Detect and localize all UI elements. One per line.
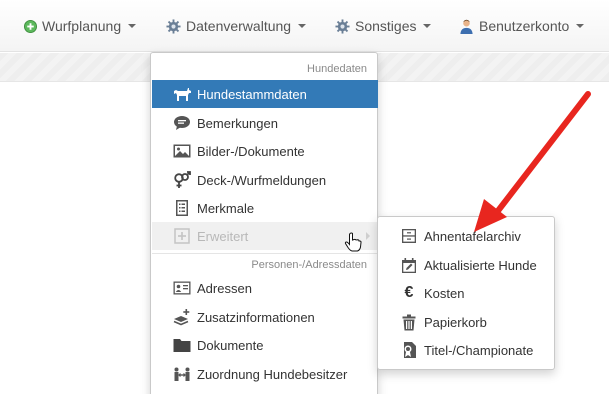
submenu-item-label: Kosten [424, 285, 465, 301]
chevron-right-icon [366, 232, 370, 240]
submenu-item-kosten[interactable]: € Kosten [379, 279, 555, 307]
euro-icon: € [404, 284, 414, 301]
nav-label: Wurfplanung [42, 18, 122, 34]
trash-icon [400, 313, 418, 331]
people-link-icon [172, 365, 192, 383]
menu-item-label: Zusatzinformationen [197, 309, 315, 325]
nav-label: Datenverwaltung [186, 18, 292, 34]
submenu-item-label: Titel-/Championate [424, 342, 534, 358]
chevron-down-icon [423, 24, 432, 28]
menu-item-adressen[interactable]: Adressen [152, 274, 378, 302]
nav-datenverwaltung[interactable]: Datenverwaltung [166, 0, 307, 52]
folder-icon [172, 336, 192, 354]
speech-bubble-icon [172, 114, 192, 132]
plus-circle-icon [24, 19, 37, 33]
submenu-item-label: Ahnentafelarchiv [424, 228, 521, 244]
submenu-item-titel-championate[interactable]: Titel-/Championate [379, 336, 555, 364]
award-icon [400, 341, 418, 359]
submenu-item-label: Papierkorb [424, 314, 487, 330]
dropdown-header-personen: Personen-/Adressdaten [251, 259, 367, 271]
picture-icon [172, 142, 192, 160]
menu-item-label: Erweitert [197, 228, 249, 244]
menu-item-label: Bilder-/Dokumente [197, 143, 305, 159]
nav-wurfplanung[interactable]: Wurfplanung [24, 0, 137, 52]
chevron-down-icon [576, 24, 585, 28]
submenu-item-papierkorb[interactable]: Papierkorb [379, 308, 555, 336]
menu-item-bilder-dokumente[interactable]: Bilder-/Dokumente [152, 137, 378, 165]
checklist-icon [172, 199, 192, 217]
nav-sonstiges[interactable]: Sonstiges [335, 0, 432, 52]
dog-icon [172, 85, 192, 103]
archive-icon [400, 227, 418, 245]
gear-icon [166, 18, 181, 34]
erweitert-submenu: Ahnentafelarchiv Aktualisierte Hunde € K… [377, 216, 555, 370]
user-icon [459, 19, 474, 34]
gender-icon [172, 171, 192, 189]
menu-item-hundestammdaten[interactable]: Hundestammdaten [152, 80, 378, 108]
chevron-down-icon [298, 24, 307, 28]
gear-icon [335, 18, 350, 34]
layers-plus-icon [172, 308, 192, 326]
menu-item-label: Merkmale [197, 200, 255, 216]
nav-benutzerkonto[interactable]: Benutzerkonto [459, 0, 585, 52]
menu-item-zuordnung-hundebesitzer[interactable]: Zuordnung Hundebesitzer [152, 360, 378, 388]
submenu-item-ahnentafelarchiv[interactable]: Ahnentafelarchiv [379, 222, 555, 250]
menu-item-bemerkungen[interactable]: Bemerkungen [152, 109, 378, 137]
menu-item-label: Hundestammdaten [197, 86, 307, 102]
dropdown-header-hundedaten: Hundedaten [307, 63, 367, 75]
address-card-icon [172, 279, 192, 297]
menu-item-dokumente[interactable]: Dokumente [152, 331, 378, 359]
chevron-down-icon [128, 24, 137, 28]
submenu-item-aktualisierte-hunde[interactable]: Aktualisierte Hunde [379, 251, 555, 279]
menu-item-deck-wurfmeldungen[interactable]: Deck-/Wurfmeldungen [152, 166, 378, 194]
datenverwaltung-dropdown: Hundedaten Hundestammdaten Bemerkungen B… [150, 52, 378, 394]
nav-label: Benutzerkonto [479, 18, 570, 34]
submenu-item-label: Aktualisierte Hunde [424, 257, 537, 273]
top-navbar: Wurfplanung Datenverwaltung Sonstiges Be… [0, 0, 609, 52]
menu-item-label: Zuordnung Hundebesitzer [197, 366, 348, 382]
menu-item-label: Adressen [197, 280, 252, 296]
hand-pointer-icon [344, 232, 362, 255]
calendar-edit-icon [400, 256, 418, 274]
nav-label: Sonstiges [355, 18, 417, 34]
plus-square-icon [172, 227, 192, 245]
menu-item-label: Dokumente [197, 337, 264, 353]
menu-item-merkmale[interactable]: Merkmale [152, 194, 378, 222]
menu-item-label: Bemerkungen [197, 115, 278, 131]
menu-item-zusatzinformationen[interactable]: Zusatzinformationen [152, 303, 378, 331]
menu-item-label: Deck-/Wurfmeldungen [197, 172, 327, 188]
